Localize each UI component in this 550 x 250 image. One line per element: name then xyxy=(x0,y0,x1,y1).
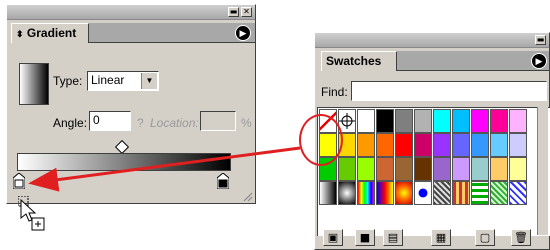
drag-arrow xyxy=(28,146,301,192)
